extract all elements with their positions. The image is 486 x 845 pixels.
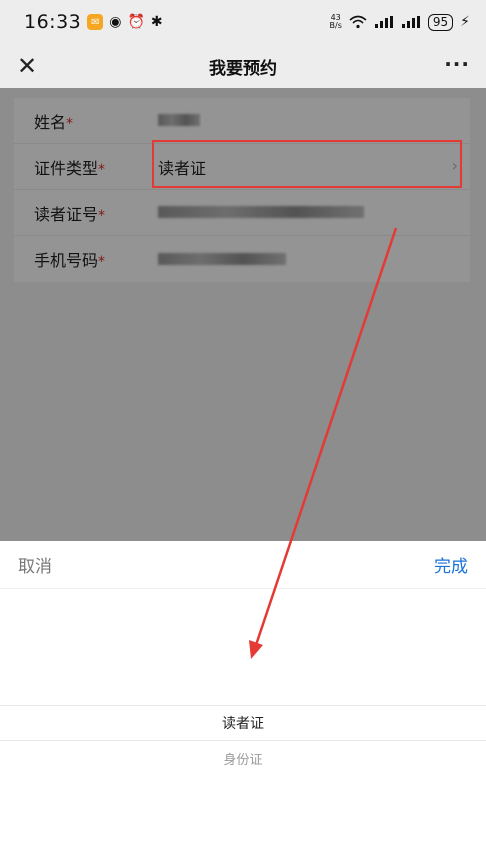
network-speed: 43 B/s — [330, 14, 342, 30]
picker-header: 取消 完成 — [0, 541, 486, 589]
more-options-icon[interactable]: ··· — [444, 52, 470, 76]
status-left: 16:33 ✉ ◉ ⏰ ✱ — [24, 11, 163, 33]
wifi-icon — [349, 15, 367, 29]
charging-icon: ⚡ — [460, 14, 470, 30]
done-button[interactable]: 完成 — [434, 552, 468, 577]
nav-bar: ✕ 我要预约 ··· — [0, 44, 486, 88]
picker-option-id-card[interactable]: 身份证 — [0, 749, 486, 768]
signal-icon — [374, 16, 394, 28]
battery-icon: 95 — [427, 13, 454, 31]
bluetooth-icon: ✱ — [150, 14, 163, 30]
status-right: 43 B/s 95 ⚡ — [330, 13, 470, 31]
network-speed-unit: B/s — [329, 21, 342, 30]
picker-selection-line-top — [0, 705, 486, 706]
picker-selection-line-bottom — [0, 740, 486, 741]
cancel-button[interactable]: 取消 — [18, 552, 52, 577]
status-time: 16:33 — [24, 11, 82, 33]
picker-option-reader-card[interactable]: 读者证 — [0, 713, 486, 733]
page-title: 我要预约 — [209, 58, 277, 79]
eye-icon: ◉ — [109, 14, 122, 30]
highlight-box — [152, 140, 462, 188]
signal-icon-2 — [401, 16, 421, 28]
status-bar: 16:33 ✉ ◉ ⏰ ✱ 43 B/s 95 ⚡ — [0, 0, 486, 44]
alarm-icon: ⏰ — [127, 14, 145, 30]
app-notification-icon: ✉ — [87, 14, 104, 30]
id-type-picker: 取消 完成 读者证 身份证 — [0, 541, 486, 845]
close-icon[interactable]: ✕ — [12, 51, 42, 81]
